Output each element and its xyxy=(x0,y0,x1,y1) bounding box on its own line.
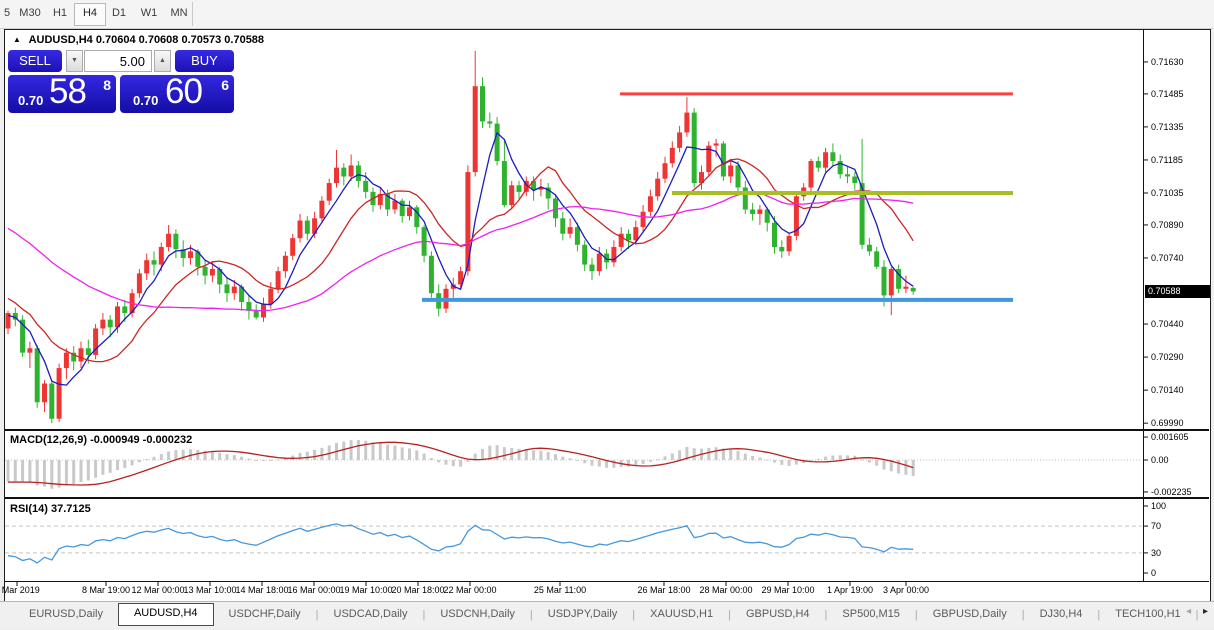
current-price-tag: 0.70588 xyxy=(1145,285,1210,298)
tab-usdjpy-daily[interactable]: USDJPY,Daily xyxy=(533,604,633,625)
volume-input[interactable] xyxy=(84,50,152,72)
volume-decrease-button[interactable]: ▼ xyxy=(66,50,83,72)
price-axis-label: 0.70890 xyxy=(1151,220,1184,230)
buy-price-button[interactable]: 0.70 60 6 xyxy=(120,75,234,113)
buy-price-prefix: 0.70 xyxy=(133,93,158,108)
macd-axis-label: 0.001605 xyxy=(1151,432,1189,442)
date-axis-label: 16 Mar 00:00 xyxy=(287,585,340,595)
one-click-trading-panel: SELL ▼ ▲ BUY 0.70 58 8 0.70 60 6 xyxy=(8,50,234,113)
tab-usdchf-daily[interactable]: USDCHF,Daily xyxy=(214,604,316,625)
price-axis-label: 0.71035 xyxy=(1151,188,1184,198)
date-axis-label: 25 Mar 11:00 xyxy=(534,585,586,595)
price-axis-label: 0.70740 xyxy=(1151,253,1184,263)
chart-ohlc-values: 0.70604 0.70608 0.70573 0.70588 xyxy=(96,34,264,46)
date-axis-label: 12 Mar 00:00 xyxy=(131,585,184,595)
macd-axis-label: 0.00 xyxy=(1151,455,1169,465)
price-axis-label: 0.70440 xyxy=(1151,319,1184,329)
rsi-axis-label: 70 xyxy=(1151,521,1161,531)
tab-usdcad-daily[interactable]: USDCAD,Daily xyxy=(319,604,423,625)
tab-tech100-h1[interactable]: TECH100,H1 xyxy=(1100,604,1195,625)
chart-title: ▲ AUDUSD,H4 0.70604 0.70608 0.70573 0.70… xyxy=(13,34,264,46)
tab-sp500-m15[interactable]: SP500,M15 xyxy=(827,604,914,625)
tab-gbpusd-daily[interactable]: GBPUSD,Daily xyxy=(918,604,1022,625)
triangle-up-icon: ▲ xyxy=(159,57,166,64)
tabs-scroll-left-icon[interactable]: ◂ xyxy=(1186,606,1191,617)
date-axis-label: 8 Mar 19:00 xyxy=(82,585,130,595)
tab-gbpusd-h4[interactable]: GBPUSD,H4 xyxy=(731,604,825,625)
tabs-scroll-right-icon[interactable]: ▸ xyxy=(1203,606,1208,617)
triangle-down-icon: ▼ xyxy=(71,57,78,64)
volume-increase-button[interactable]: ▲ xyxy=(154,50,171,72)
macd-axis-label: -0.002235 xyxy=(1151,487,1192,497)
date-axis-label: 26 Mar 18:00 xyxy=(637,585,690,595)
rsi-axis-label: 30 xyxy=(1151,548,1161,558)
date-axis-label: 22 Mar 00:00 xyxy=(443,585,496,595)
mt4-screen: 5M30H1H4D1W1MN ▲ AUDUSD,H4 0.70604 0.706… xyxy=(0,0,1214,630)
date-axis-label: 14 Mar 18:00 xyxy=(235,585,288,595)
buy-price-sup: 6 xyxy=(221,77,229,93)
price-axis-label: 0.71185 xyxy=(1151,155,1183,165)
chart-symbol: AUDUSD,H4 xyxy=(29,34,93,46)
rsi-indicator-label: RSI(14) 37.7125 xyxy=(10,503,91,515)
rsi-axis-label: 100 xyxy=(1151,501,1166,511)
price-axis-label: 0.70140 xyxy=(1151,385,1184,395)
date-axis-label: 19 Mar 10:00 xyxy=(339,585,392,595)
tab-xauusd-h1[interactable]: XAUUSD,H1 xyxy=(635,604,728,625)
tab-dj30-h4[interactable]: DJ30,H4 xyxy=(1025,604,1098,625)
price-axis-label: 0.69990 xyxy=(1151,418,1184,428)
sell-price-big: 58 xyxy=(49,72,86,112)
sell-price-button[interactable]: 0.70 58 8 xyxy=(8,75,116,113)
date-axis-label: 28 Mar 00:00 xyxy=(699,585,752,595)
collapse-panel-icon[interactable]: ▲ xyxy=(13,35,21,44)
rsi-axis-label: 0 xyxy=(1151,568,1156,578)
tab-eurusd-daily[interactable]: EURUSD,Daily xyxy=(14,604,118,625)
sell-button[interactable]: SELL xyxy=(8,50,62,72)
date-axis-label: 29 Mar 10:00 xyxy=(761,585,814,595)
date-axis-label: 1 Apr 19:00 xyxy=(827,585,873,595)
date-axis-label: 7 Mar 2019 xyxy=(0,585,40,595)
sell-price-sup: 8 xyxy=(103,77,111,93)
price-axis-label: 0.71630 xyxy=(1151,57,1184,67)
macd-indicator-label: MACD(12,26,9) -0.000949 -0.000232 xyxy=(10,434,192,446)
sell-price-prefix: 0.70 xyxy=(18,93,43,108)
date-axis-label: 13 Mar 10:00 xyxy=(183,585,236,595)
price-axis-label: 0.71485 xyxy=(1151,89,1184,99)
buy-button[interactable]: BUY xyxy=(175,50,234,72)
price-axis-label: 0.71335 xyxy=(1151,122,1184,132)
symbol-tab-bar: EURUSD,DailyAUDUSD,H4USDCHF,Daily|USDCAD… xyxy=(0,601,1214,627)
date-axis-label: 3 Apr 00:00 xyxy=(883,585,929,595)
price-axis-label: 0.70290 xyxy=(1151,352,1184,362)
date-axis-label: 20 Mar 18:00 xyxy=(391,585,444,595)
tab-audusd-h4[interactable]: AUDUSD,H4 xyxy=(118,603,214,626)
buy-price-big: 60 xyxy=(165,72,202,112)
tab-usdcnh-daily[interactable]: USDCNH,Daily xyxy=(425,604,530,625)
